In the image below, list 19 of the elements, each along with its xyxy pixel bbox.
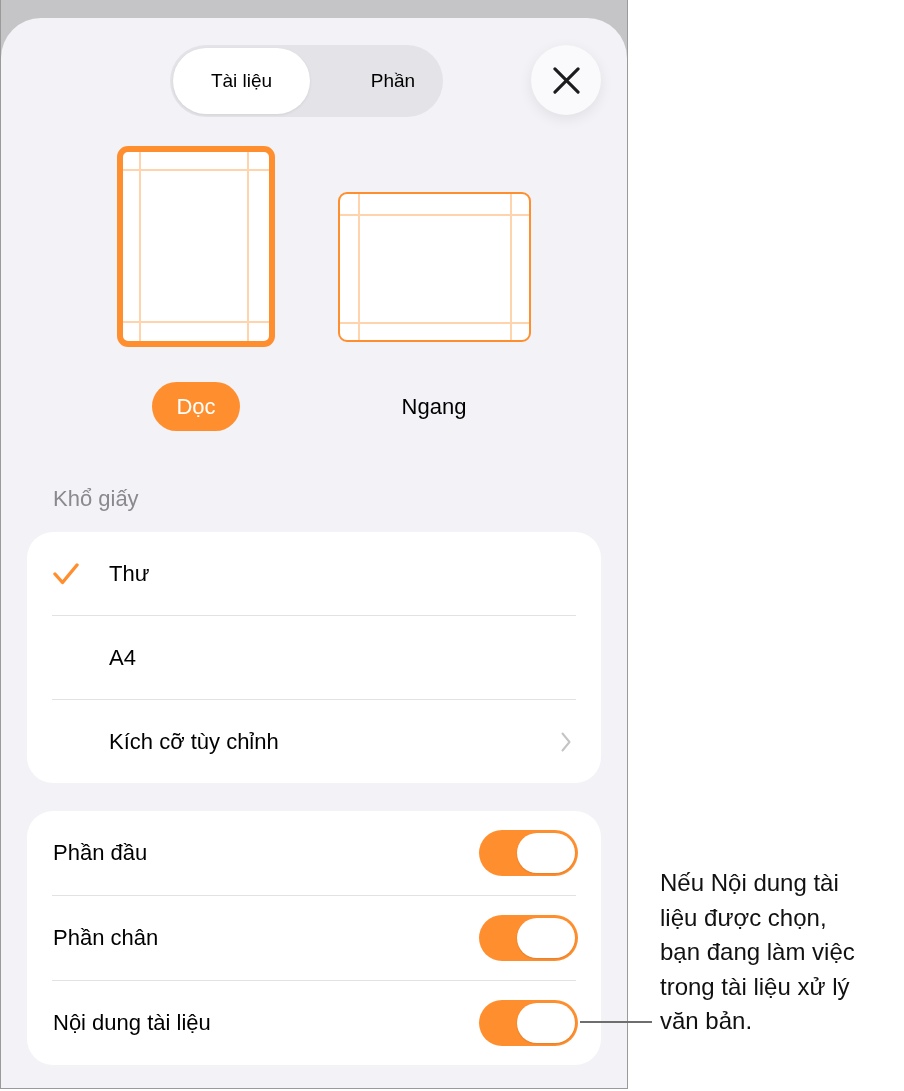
toggle-label: Phần chân (53, 925, 159, 951)
orientation-button[interactable]: Ngang (377, 382, 491, 431)
segment-tab[interactable]: Phần (310, 48, 440, 114)
chevron-right-icon (561, 731, 571, 752)
section-heading: Khổ giấy (53, 486, 139, 512)
toggle-label: Nội dung tài liệu (53, 1010, 211, 1036)
paper-size-option[interactable]: Thư (27, 532, 601, 615)
toggle-switch[interactable] (479, 1000, 578, 1046)
toggle-switch[interactable] (479, 830, 578, 876)
toggle-label: Phần đầu (53, 840, 148, 866)
paper-size-option[interactable]: Kích cỡ tùy chỉnh (27, 700, 601, 783)
segment-tab[interactable]: Tài liệu (173, 48, 310, 114)
paper-size-option[interactable]: A4 (27, 616, 601, 699)
landscape-page-icon[interactable] (337, 192, 531, 342)
portrait-page-icon[interactable] (117, 146, 275, 347)
toggle-switch[interactable] (479, 915, 578, 961)
leader-line (580, 1021, 652, 1023)
callout-text: Nếu Nội dung tài liệu được chọn, bạn đang làm việc trong tài liệu xử lý văn bản. (660, 868, 856, 1036)
close-icon (552, 66, 580, 94)
